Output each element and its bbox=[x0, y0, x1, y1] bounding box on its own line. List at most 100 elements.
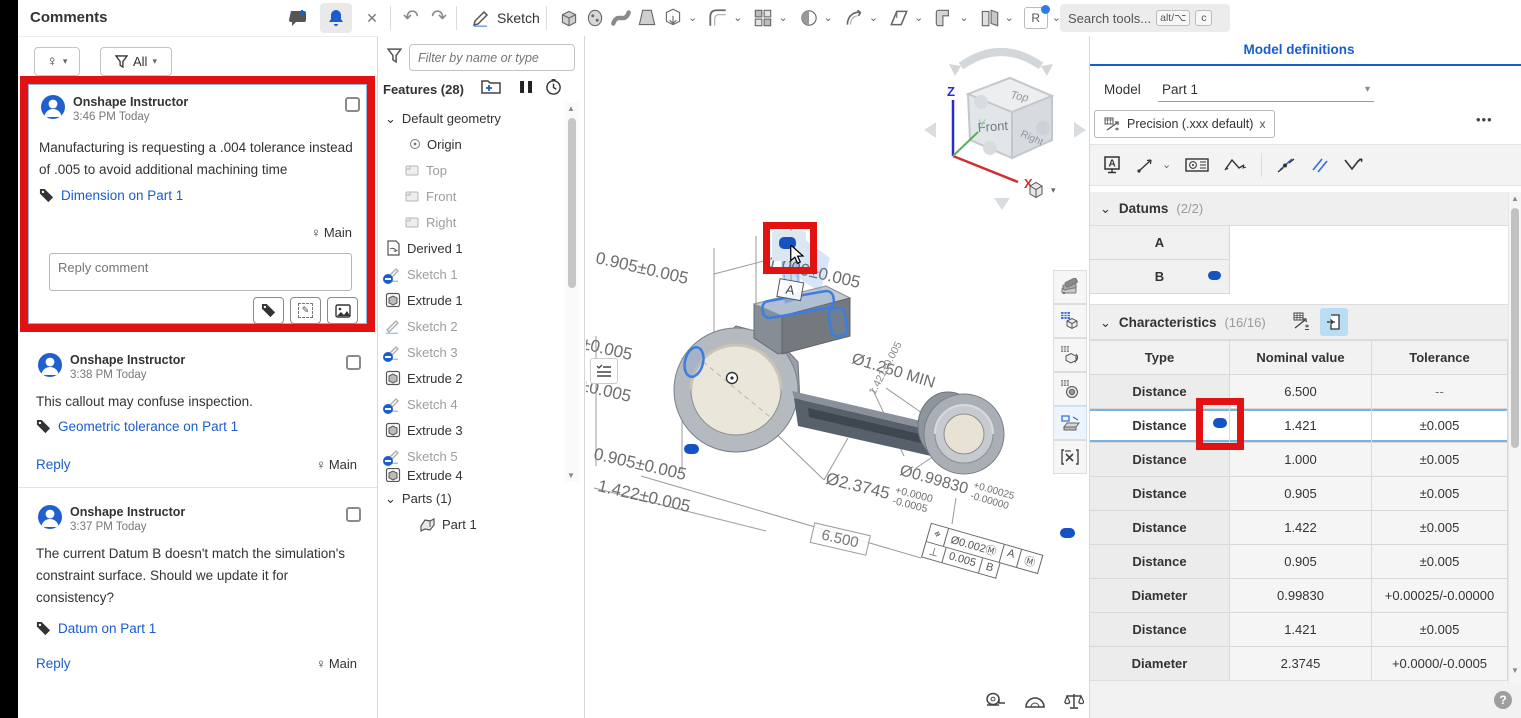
leader-note-tool-icon[interactable] bbox=[1223, 156, 1247, 174]
comment-filter-all-button[interactable]: All ▾ bbox=[100, 47, 172, 76]
export-characteristics-button[interactable] bbox=[1320, 308, 1348, 336]
comment-tag-link[interactable]: Dimension on Part 1 bbox=[39, 188, 183, 203]
scroll-thumb[interactable] bbox=[1511, 208, 1519, 448]
exploded-view-button[interactable] bbox=[1053, 406, 1087, 440]
pattern-icon[interactable] bbox=[752, 7, 774, 29]
comment-tag-link[interactable]: Datum on Part 1 bbox=[36, 621, 156, 636]
notifications-bell-button[interactable] bbox=[320, 3, 352, 33]
table-row-cell[interactable]: Distance bbox=[1090, 545, 1230, 579]
tree-item-sketch3[interactable]: Sketch 3 bbox=[385, 340, 458, 364]
sheet-metal-caret[interactable]: ⌄ bbox=[959, 13, 968, 24]
comment-pin-filter-button[interactable]: ♀ ▾ bbox=[34, 47, 80, 76]
loft-icon[interactable] bbox=[636, 7, 658, 29]
markup-button[interactable]: ✎ bbox=[290, 297, 321, 324]
thicken-caret[interactable]: ⌄ bbox=[688, 13, 697, 24]
tree-item-sketch5[interactable]: Sketch 5 bbox=[385, 444, 458, 468]
fillet-caret[interactable]: ⌄ bbox=[733, 13, 742, 24]
draft-caret[interactable]: ⌄ bbox=[869, 13, 878, 24]
attach-tag-button[interactable] bbox=[253, 297, 284, 324]
datum-row-a[interactable]: A bbox=[1090, 226, 1230, 260]
comment-bubble-distance-row[interactable] bbox=[1213, 418, 1227, 428]
comment-card-expanded[interactable]: Onshape Instructor 3:46 PM Today Manufac… bbox=[28, 84, 367, 324]
comment-bubble-datum-b[interactable] bbox=[1208, 271, 1221, 280]
resolve-checkbox[interactable] bbox=[345, 97, 360, 112]
datum-row-b[interactable]: B bbox=[1090, 260, 1230, 294]
table-row-cell[interactable]: Diameter bbox=[1090, 579, 1230, 613]
tree-item-part1[interactable]: Part 1 bbox=[419, 512, 477, 536]
dimension-tool-caret[interactable]: ⌄ bbox=[1162, 160, 1171, 171]
dimension-tool-icon[interactable] bbox=[1136, 156, 1156, 174]
part-model[interactable] bbox=[586, 36, 1090, 718]
panel-tab-model-definitions[interactable]: Model definitions bbox=[1090, 42, 1508, 57]
tree-item-derived[interactable]: Derived 1 bbox=[385, 236, 463, 260]
tree-item-sketch1[interactable]: Sketch 1 bbox=[385, 262, 458, 286]
scroll-thumb[interactable] bbox=[568, 118, 576, 288]
feature-list-toggle-button[interactable] bbox=[590, 358, 618, 384]
graphics-viewport[interactable]: Top Front Right Z X Y ▾ bbox=[586, 36, 1090, 718]
redo-button[interactable]: ↷ bbox=[426, 4, 452, 30]
datums-section-header[interactable]: ⌄ Datums (2/2) bbox=[1090, 192, 1508, 226]
custom-feature-icon[interactable]: R bbox=[1024, 7, 1048, 29]
mass-properties-icon[interactable] bbox=[1064, 692, 1084, 710]
help-button[interactable]: ? bbox=[1494, 691, 1512, 709]
tree-item-extrude4[interactable]: Extrude 4 bbox=[385, 468, 463, 482]
feature-filter-input[interactable] bbox=[409, 44, 575, 71]
draft-icon[interactable] bbox=[843, 7, 865, 29]
chip-remove[interactable]: x bbox=[1259, 117, 1265, 131]
extrude-icon[interactable] bbox=[558, 7, 580, 29]
split-caret[interactable]: ⌄ bbox=[1005, 13, 1014, 24]
suppress-pause-icon[interactable]: ❚❚ bbox=[517, 79, 533, 93]
resolve-checkbox[interactable] bbox=[346, 355, 361, 370]
variables-button[interactable] bbox=[1053, 440, 1087, 474]
tree-item-sketch4[interactable]: Sketch 4 bbox=[385, 392, 458, 416]
comment-card[interactable]: Onshape Instructor 3:37 PM Today The cur… bbox=[18, 489, 377, 689]
display-table-cube-button[interactable] bbox=[1053, 304, 1087, 338]
precision-filter-chip[interactable]: Precision (.xxx default) x bbox=[1094, 110, 1275, 138]
mirror-icon[interactable] bbox=[798, 7, 820, 29]
close-comments-icon[interactable]: ✕ bbox=[362, 8, 382, 28]
parallel-lines-tool-icon[interactable] bbox=[1310, 156, 1328, 174]
tree-item-right-plane[interactable]: Right bbox=[405, 210, 456, 234]
revolve-icon[interactable] bbox=[584, 7, 606, 29]
sketch-button[interactable]: Sketch bbox=[464, 4, 548, 32]
scroll-down-arrow[interactable]: ▼ bbox=[1511, 666, 1519, 675]
rollback-clock-icon[interactable] bbox=[545, 78, 562, 95]
datum-flag-a[interactable]: A bbox=[776, 278, 804, 301]
right-panel-scrollbar[interactable]: ▲ ▼ bbox=[1508, 192, 1521, 684]
plane-caret[interactable]: ⌄ bbox=[914, 13, 923, 24]
tree-item-sketch2[interactable]: Sketch 2 bbox=[385, 314, 458, 338]
comment-card[interactable]: Onshape Instructor 3:38 PM Today This ca… bbox=[18, 337, 377, 488]
tolerance-table-icon[interactable] bbox=[1292, 312, 1312, 332]
table-row-cell[interactable]: Distance bbox=[1090, 613, 1230, 647]
characteristics-section-header[interactable]: ⌄ Characteristics (16/16) bbox=[1090, 304, 1508, 340]
table-row-cell[interactable]: Distance bbox=[1090, 511, 1230, 545]
search-tools-box[interactable]: Search tools... alt/⌥ c bbox=[1060, 4, 1230, 32]
sweep-icon[interactable] bbox=[610, 7, 632, 29]
col-header-type[interactable]: Type bbox=[1090, 341, 1230, 375]
reply-link[interactable]: Reply bbox=[36, 457, 71, 472]
scroll-up-arrow[interactable]: ▲ bbox=[567, 104, 575, 113]
datum-tool-icon[interactable]: A bbox=[1102, 155, 1122, 175]
col-header-tolerance[interactable]: Tolerance bbox=[1372, 341, 1508, 375]
sheet-metal-icon[interactable] bbox=[933, 7, 955, 29]
tree-item-default-geometry[interactable]: ⌄ Default geometry bbox=[385, 106, 501, 130]
feature-tree-scrollbar[interactable]: ▲ ▼ bbox=[565, 102, 579, 482]
measure-icon[interactable] bbox=[984, 692, 1006, 710]
section-view-button[interactable] bbox=[1053, 372, 1087, 406]
scroll-down-arrow[interactable]: ▼ bbox=[567, 471, 575, 480]
reply-link[interactable]: Reply bbox=[36, 656, 71, 671]
tree-item-extrude2[interactable]: Extrude 2 bbox=[385, 366, 463, 390]
tree-item-front-plane[interactable]: Front bbox=[405, 184, 456, 208]
point-to-line-tool-icon[interactable] bbox=[1276, 156, 1296, 174]
tree-item-extrude1[interactable]: Extrude 1 bbox=[385, 288, 463, 312]
comment-bubble-dim[interactable] bbox=[684, 444, 699, 454]
table-row-cell[interactable]: Diameter bbox=[1090, 647, 1230, 681]
resolve-checkbox[interactable] bbox=[346, 507, 361, 522]
reply-comment-input[interactable] bbox=[49, 253, 352, 291]
comment-tag-link[interactable]: Geometric tolerance on Part 1 bbox=[36, 419, 238, 434]
thicken-icon[interactable] bbox=[662, 7, 684, 29]
profile-tool-icon[interactable] bbox=[1342, 156, 1364, 174]
add-comment-icon[interactable] bbox=[286, 6, 312, 30]
undo-button[interactable]: ↶ bbox=[398, 4, 424, 30]
appearance-button[interactable] bbox=[1053, 270, 1087, 304]
